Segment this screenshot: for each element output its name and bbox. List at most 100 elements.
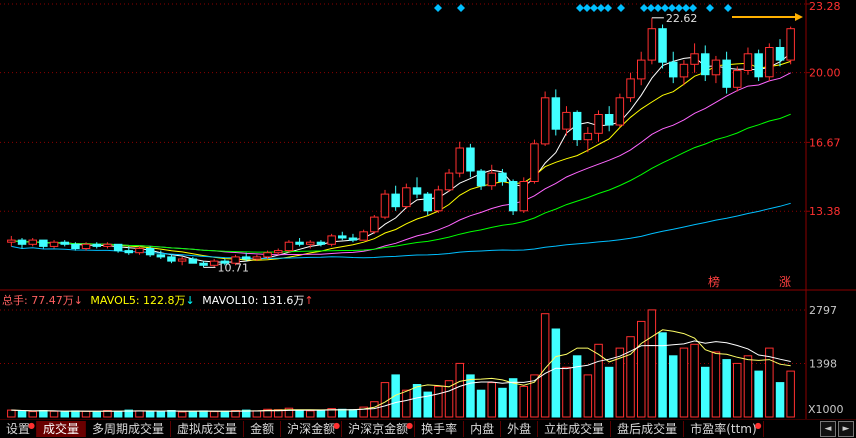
scroll-right-button[interactable]: ► [838,421,854,437]
volume-bar [113,410,123,418]
candle-body [455,147,464,174]
event-marker-icon [576,4,584,12]
tab-virtual-volume[interactable]: 虚拟成交量 [171,421,245,437]
tab-settings[interactable]: 设置 ● [0,421,38,437]
tab-label: 沪深金额 [287,422,336,436]
tab-label: 多周期成交量 [92,422,165,436]
candle-body [370,216,379,233]
volume-bar [466,374,475,418]
tab-turnover[interactable]: 换手率 [415,421,465,437]
volume-bar [49,410,59,418]
ma-line-10 [11,60,791,261]
volume-bar [476,389,486,418]
candle-body [679,63,689,78]
volume-bar [669,355,678,418]
volume-bar [487,382,496,418]
limit-up-badge: 涨 [779,274,791,289]
candle-body [135,248,144,254]
candle-body [434,189,443,212]
candle-body [124,250,133,254]
volume-bar [391,374,400,418]
candle-body [594,114,603,134]
ma-line-30 [11,113,791,253]
tab-marker-icon: ● [406,421,414,430]
mavol5-label: MAVOL5: 122.8万 [90,294,186,307]
candle-body [754,53,763,78]
volume-bar [135,410,144,418]
volume-bar [508,378,518,418]
volume-bar [370,401,379,418]
volume-bar [775,382,785,418]
volume-bar [434,385,443,418]
candle-body [402,187,411,208]
tab-pe-ttm[interactable]: 市盈率(ttm) ● [684,421,764,437]
candle-body [690,53,699,65]
candle-body [60,241,69,245]
price-arrow-icon [795,13,803,21]
candle-body [626,78,635,99]
candle-body [306,241,315,245]
candle-body [444,172,454,191]
tab-after-hours-volume[interactable]: 盘后成交量 [611,421,685,437]
volume-bar [722,359,731,418]
candle-body [476,170,486,187]
candle-body [284,241,294,252]
candle-body [274,250,283,254]
volume-bar [583,374,593,418]
event-marker-icon [706,4,714,12]
volume-bar [754,370,763,418]
event-marker-icon [661,4,669,12]
tab-label: 设置 [6,422,31,436]
mavol5-arrow: ↓ [185,294,195,307]
volume-bar [92,411,101,418]
volume-bar [188,410,198,418]
tab-label: 盘后成交量 [617,422,678,436]
price-tick-label: 20.00 [809,67,841,80]
kline-chart[interactable]: 23.28 20.00 16.67 13.38 2797 1398 X1000 22.62 10… [0,0,856,419]
candle-body [242,256,251,260]
tab-label: 内盘 [470,422,495,436]
volume-bar [594,343,603,418]
tab-hsj-amount[interactable]: 沪深京金额 ● [342,421,416,437]
volume-bar [177,411,187,418]
candle-body [156,254,166,258]
event-marker-icon [604,4,612,12]
volume-bar [306,410,315,418]
tab-marker-icon: ● [28,421,36,430]
tab-outer-volume[interactable]: 外盘 [501,421,539,437]
candle-body [359,231,368,241]
price-tick-label: 23.28 [809,0,841,13]
volume-bar [28,411,37,418]
candle-body [81,243,91,250]
volume-bar [551,328,561,418]
candle-body [551,97,561,130]
event-marker-icon [590,4,598,12]
candle-body [637,59,646,80]
candle-body [145,248,155,256]
event-marker-icon [682,4,690,12]
candle-body [199,262,208,266]
candle-body [669,61,678,78]
candle-body [647,28,657,61]
event-marker-icon [640,4,648,12]
total-volume-arrow: ↓ [73,294,83,307]
volume-bar [519,385,528,418]
candle-body [177,258,187,262]
volume-bar [39,410,48,418]
high-price-label: 22.62 [666,12,698,25]
volume-bar [572,355,582,418]
tab-inner-volume[interactable]: 内盘 [464,421,502,437]
tab-volume[interactable]: 成交量 [37,421,87,437]
volume-bar [60,411,69,418]
scroll-left-button[interactable]: ◄ [820,421,836,437]
volume-bar [81,410,91,418]
tab-amount[interactable]: 金额 [244,421,282,437]
candle-body [252,256,262,260]
tab-multi-period-volume[interactable]: 多周期成交量 [86,421,172,437]
event-marker-icon [724,4,732,12]
tab-hs-amount[interactable]: 沪深金额 ● [281,421,343,437]
volume-bar [733,362,742,418]
tab-pile-volume[interactable]: 立桩成交量 [538,421,612,437]
candle-body [775,47,785,61]
indicator-tabs: 设置 ● 成交量 多周期成交量 虚拟成交量 金额 沪深金额 ● 沪深京金额 ● 换手率… [0,419,856,438]
